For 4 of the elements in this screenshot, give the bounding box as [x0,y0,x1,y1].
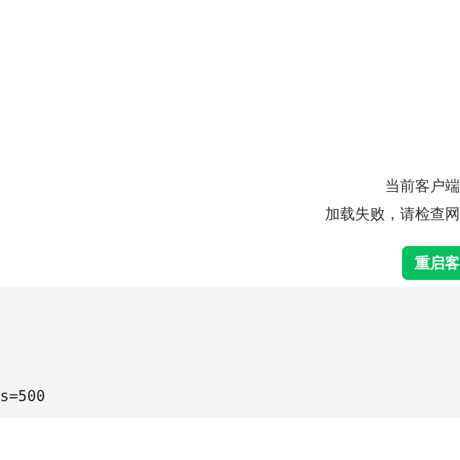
error-message: 当前客户端 [385,176,460,197]
log-text: s=500 [0,386,46,406]
error-message: 加载失败，请检查网 [325,204,460,225]
restart-button[interactable]: 重启客 [402,246,460,280]
